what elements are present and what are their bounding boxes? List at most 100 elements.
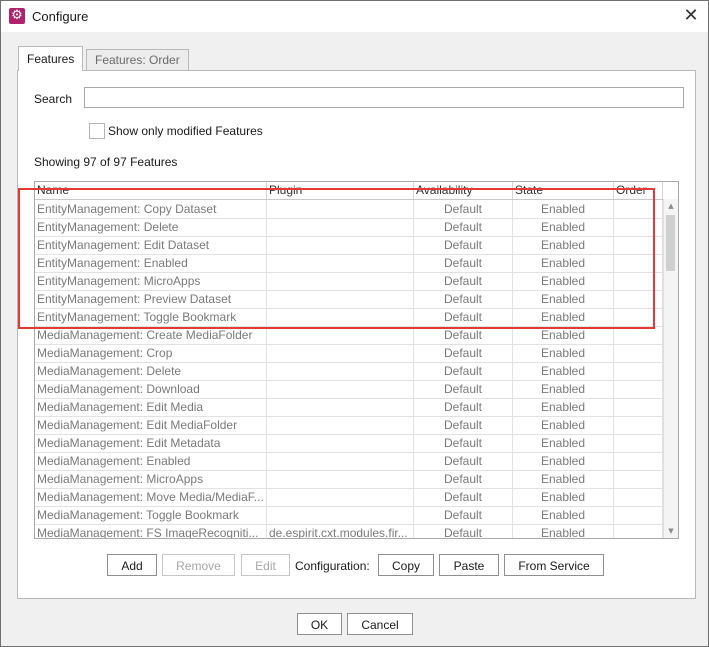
table-row[interactable]: MediaManagement: Edit MediaFolder Default… bbox=[35, 416, 663, 435]
show-modified-label: Show only modified Features bbox=[108, 124, 263, 138]
cell-plugin bbox=[267, 236, 414, 254]
cell-order bbox=[614, 326, 663, 344]
cell-name: MediaManagement: Delete bbox=[35, 362, 267, 380]
column-header-name[interactable]: Name bbox=[35, 182, 267, 199]
table-row[interactable]: MediaManagement: Delete Default Enabled bbox=[35, 362, 663, 381]
gear-icon: ⚙ bbox=[9, 8, 25, 24]
cell-state: Enabled bbox=[513, 236, 614, 254]
cell-availability: Default bbox=[414, 200, 513, 218]
cell-plugin: de.espirit.cxt.modules.fir... bbox=[267, 524, 414, 538]
copy-button[interactable]: Copy bbox=[378, 554, 434, 576]
table-row[interactable]: EntityManagement: Toggle Bookmark Default… bbox=[35, 308, 663, 327]
cell-name: MediaManagement: Enabled bbox=[35, 452, 267, 470]
cell-availability: Default bbox=[414, 524, 513, 538]
cell-availability: Default bbox=[414, 452, 513, 470]
table-row[interactable]: MediaManagement: MicroApps Default Enabled bbox=[35, 470, 663, 489]
ok-button[interactable]: OK bbox=[297, 613, 342, 635]
window-title: Configure bbox=[32, 9, 89, 24]
scroll-up-icon[interactable]: ▲ bbox=[666, 201, 676, 211]
show-modified-checkbox[interactable] bbox=[89, 123, 105, 139]
tab-features[interactable]: Features bbox=[18, 46, 84, 71]
cell-availability: Default bbox=[414, 218, 513, 236]
cell-name: EntityManagement: Toggle Bookmark bbox=[35, 308, 267, 326]
cell-state: Enabled bbox=[513, 470, 614, 488]
table-row[interactable]: MediaManagement: Move Media/MediaF... Def… bbox=[35, 488, 663, 507]
table-row[interactable]: EntityManagement: Enabled Default Enabled bbox=[35, 254, 663, 273]
features-panel: Search Show only modified Features Showi… bbox=[17, 70, 696, 599]
cell-order bbox=[614, 470, 663, 488]
cell-order bbox=[614, 416, 663, 434]
cell-order bbox=[614, 218, 663, 236]
table-row[interactable]: MediaManagement: Crop Default Enabled bbox=[35, 344, 663, 363]
cell-plugin bbox=[267, 362, 414, 380]
cell-state: Enabled bbox=[513, 434, 614, 452]
cell-plugin bbox=[267, 218, 414, 236]
cell-name: MediaManagement: MicroApps bbox=[35, 470, 267, 488]
cell-name: EntityManagement: Copy Dataset bbox=[35, 200, 267, 218]
search-input[interactable] bbox=[84, 87, 684, 108]
table-row[interactable]: EntityManagement: Copy Dataset Default Ena… bbox=[35, 200, 663, 219]
column-header-order[interactable]: Order bbox=[614, 182, 663, 199]
cell-name: EntityManagement: MicroApps bbox=[35, 272, 267, 290]
cell-name: MediaManagement: Crop bbox=[35, 344, 267, 362]
cell-availability: Default bbox=[414, 416, 513, 434]
table-row[interactable]: MediaManagement: Edit Media Default Enable… bbox=[35, 398, 663, 417]
cell-plugin bbox=[267, 470, 414, 488]
table-row[interactable]: EntityManagement: Preview Dataset Default… bbox=[35, 290, 663, 309]
cell-state: Enabled bbox=[513, 506, 614, 524]
cell-availability: Default bbox=[414, 272, 513, 290]
cell-order bbox=[614, 434, 663, 452]
cancel-button[interactable]: Cancel bbox=[347, 613, 413, 635]
table-row[interactable]: MediaManagement: Create MediaFolder Defau… bbox=[35, 326, 663, 345]
from-service-button[interactable]: From Service bbox=[504, 554, 604, 576]
cell-name: MediaManagement: Move Media/MediaF... bbox=[35, 488, 267, 506]
configuration-label: Configuration: bbox=[295, 559, 370, 573]
cell-availability: Default bbox=[414, 362, 513, 380]
remove-button[interactable]: Remove bbox=[162, 554, 235, 576]
scroll-down-icon[interactable]: ▼ bbox=[666, 526, 676, 536]
table-row[interactable]: MediaManagement: FS ImageRecogniti... de.… bbox=[35, 524, 663, 538]
cell-availability: Default bbox=[414, 380, 513, 398]
cell-plugin bbox=[267, 416, 414, 434]
cell-name: MediaManagement: Download bbox=[35, 380, 267, 398]
column-header-availability[interactable]: Availability bbox=[414, 182, 513, 199]
cell-name: EntityManagement: Preview Dataset bbox=[35, 290, 267, 308]
table-row[interactable]: EntityManagement: Edit Dataset Default Ena… bbox=[35, 236, 663, 255]
table-row[interactable]: MediaManagement: Toggle Bookmark Default E… bbox=[35, 506, 663, 525]
scroll-thumb[interactable] bbox=[666, 215, 675, 271]
cell-state: Enabled bbox=[513, 398, 614, 416]
column-header-state[interactable]: State bbox=[513, 182, 614, 199]
paste-button[interactable]: Paste bbox=[439, 554, 499, 576]
features-count: Showing 97 of 97 Features bbox=[34, 155, 178, 169]
edit-button[interactable]: Edit bbox=[241, 554, 290, 576]
cell-plugin bbox=[267, 290, 414, 308]
cell-plugin bbox=[267, 200, 414, 218]
cell-plugin bbox=[267, 488, 414, 506]
table-row[interactable]: MediaManagement: Download Default Enabled bbox=[35, 380, 663, 399]
cell-availability: Default bbox=[414, 470, 513, 488]
cell-plugin bbox=[267, 272, 414, 290]
cell-name: MediaManagement: Toggle Bookmark bbox=[35, 506, 267, 524]
table-row[interactable]: EntityManagement: Delete Default Enabled bbox=[35, 218, 663, 237]
vertical-scrollbar[interactable]: ▲ ▼ bbox=[663, 199, 678, 538]
cell-availability: Default bbox=[414, 488, 513, 506]
add-button[interactable]: Add bbox=[107, 554, 157, 576]
tab-features-order[interactable]: Features: Order bbox=[86, 49, 189, 70]
cell-plugin bbox=[267, 326, 414, 344]
cell-plugin bbox=[267, 344, 414, 362]
cell-name: MediaManagement: FS ImageRecogniti... bbox=[35, 524, 267, 538]
table-row[interactable]: MediaManagement: Enabled Default Enabled bbox=[35, 452, 663, 471]
cell-plugin bbox=[267, 398, 414, 416]
cell-order bbox=[614, 380, 663, 398]
cell-plugin bbox=[267, 308, 414, 326]
cell-availability: Default bbox=[414, 236, 513, 254]
cell-state: Enabled bbox=[513, 344, 614, 362]
cell-state: Enabled bbox=[513, 416, 614, 434]
cell-plugin bbox=[267, 434, 414, 452]
table-row[interactable]: MediaManagement: Edit Metadata Default Ena… bbox=[35, 434, 663, 453]
column-header-plugin[interactable]: Plugin bbox=[267, 182, 414, 199]
close-icon[interactable]: ✕ bbox=[680, 5, 702, 27]
cell-order bbox=[614, 452, 663, 470]
table-row[interactable]: EntityManagement: MicroApps Default Enable… bbox=[35, 272, 663, 291]
cell-order bbox=[614, 308, 663, 326]
